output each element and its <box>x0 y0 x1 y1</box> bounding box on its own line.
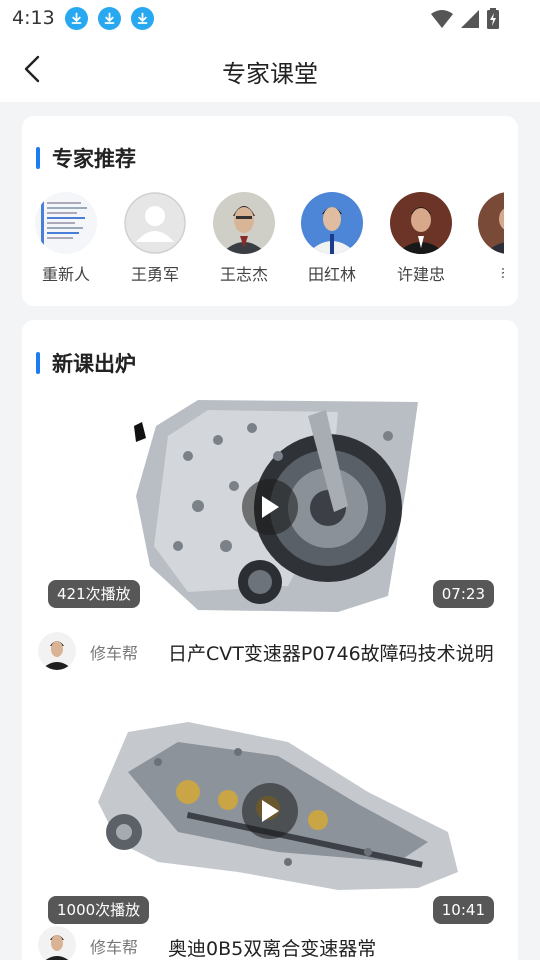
wifi-icon <box>430 9 454 33</box>
duration-badge: 07:23 <box>432 580 494 608</box>
status-time: 4:13 <box>12 7 55 29</box>
avatar <box>390 192 452 254</box>
avatar <box>35 192 97 254</box>
video-thumbnail[interactable]: 1000次播放 10:41 <box>38 712 502 934</box>
course-item[interactable]: 421次播放 07:23 修车帮 日产CVT变速器P0746故障码技术说明 <box>22 396 518 696</box>
expert-item[interactable]: 王志杰 <box>204 192 284 285</box>
experts-card: 专家推荐 重新人 王勇军 王志杰 田红林 许建忠 <box>22 116 518 306</box>
title-bar: 专家课堂 <box>0 36 540 102</box>
expert-name: 许建忠 <box>396 265 445 284</box>
play-count-badge: 1000次播放 <box>48 896 150 924</box>
expert-item[interactable]: 田红林 <box>292 192 372 285</box>
courses-section-title: 新课出炉 <box>52 352 136 376</box>
expert-name: 王志杰 <box>219 265 268 284</box>
avatar <box>478 192 504 254</box>
courses-card: 新课出炉 421次播放 07:23 修车帮 日产CVT变速器P0746故障码技术… <box>22 320 518 960</box>
expert-name: 重新人 <box>41 265 90 284</box>
page-title: 专家课堂 <box>222 60 318 88</box>
experts-section-title: 专家推荐 <box>52 147 136 171</box>
expert-item[interactable]: 李 <box>469 192 504 285</box>
expert-item[interactable]: 重新人 <box>26 192 106 285</box>
video-thumbnail[interactable]: 421次播放 07:23 <box>38 396 502 618</box>
experts-section-header: 专家推荐 <box>36 143 136 173</box>
author-avatar <box>38 926 76 960</box>
expert-name: 王勇军 <box>130 265 179 284</box>
play-button[interactable] <box>242 783 298 839</box>
course-title[interactable]: 日产CVT变速器P0746故障码技术说明 <box>168 639 510 666</box>
battery-charging-icon <box>486 8 500 34</box>
default-avatar-icon <box>124 192 186 254</box>
duration-badge: 10:41 <box>432 896 494 924</box>
signal-icon <box>460 9 480 33</box>
download-icon <box>130 6 154 30</box>
play-icon <box>262 496 279 518</box>
play-icon <box>262 800 279 822</box>
course-title[interactable]: 奥迪0B5双离合变速器常 <box>168 934 510 960</box>
download-icon <box>64 6 88 30</box>
section-accent-bar <box>36 352 40 374</box>
course-item[interactable]: 1000次播放 10:41 修车帮 奥迪0B5双离合变速器常 <box>22 712 518 960</box>
expert-name: 田红林 <box>307 265 356 284</box>
expert-item[interactable]: 王勇军 <box>115 192 195 285</box>
play-button[interactable] <box>242 479 298 535</box>
expert-name: 李 <box>469 261 504 285</box>
author-name: 修车帮 <box>90 644 139 663</box>
section-accent-bar <box>36 147 40 169</box>
download-icon <box>97 6 121 30</box>
avatar <box>301 192 363 254</box>
play-count-badge: 421次播放 <box>48 580 140 608</box>
expert-item[interactable]: 许建忠 <box>381 192 461 285</box>
avatar <box>213 192 275 254</box>
experts-list[interactable]: 重新人 王勇军 王志杰 田红林 许建忠 <box>22 192 504 292</box>
author-avatar <box>38 632 76 670</box>
courses-section-header: 新课出炉 <box>36 348 136 378</box>
author-name: 修车帮 <box>90 938 139 957</box>
status-bar: 4:13 <box>0 0 540 36</box>
